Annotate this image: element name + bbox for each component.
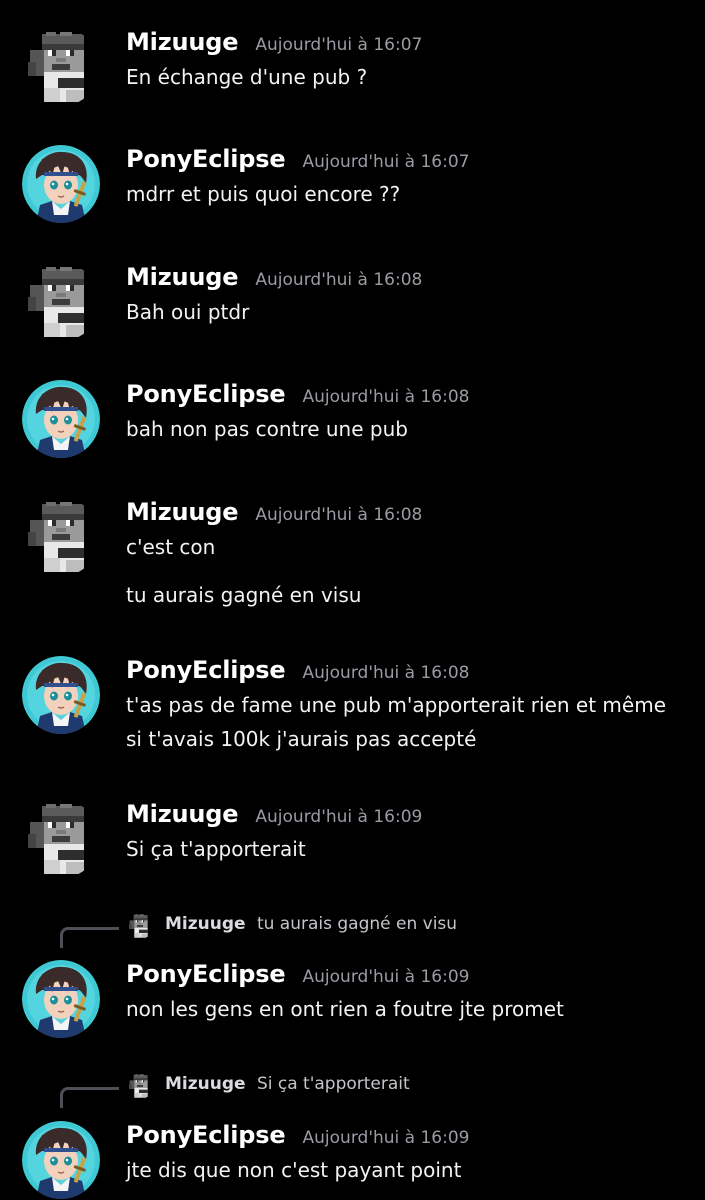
anime-boy-avatar-icon [22, 656, 100, 734]
message-header: Mizuuge Aujourd'hui à 16:08 [126, 498, 422, 528]
username[interactable]: PonyEclipse [126, 380, 286, 408]
message-header: PonyEclipse Aujourd'hui à 16:09 [126, 960, 469, 990]
username[interactable]: PonyEclipse [126, 1121, 286, 1149]
minecraft-skin-avatar-icon [127, 913, 153, 939]
user-avatar[interactable] [22, 498, 100, 576]
message-content: Si ça t'apporterait [126, 832, 686, 866]
reply-preview[interactable]: Mizuuge tu aurais gagné en visu [0, 911, 705, 948]
username[interactable]: PonyEclipse [126, 145, 286, 173]
user-avatar[interactable] [22, 380, 100, 458]
message-content: mdrr et puis quoi encore ?? [126, 177, 686, 211]
message-header: Mizuuge Aujourd'hui à 16:07 [126, 28, 422, 58]
message-text: t'as pas de fame une pub m'apporterait r… [126, 693, 666, 751]
reply-connector [60, 927, 119, 948]
message-text: c'est con [126, 535, 216, 559]
message-header: Mizuuge Aujourd'hui à 16:08 [126, 263, 422, 293]
message-content: non les gens en ont rien a foutre jte pr… [126, 992, 686, 1026]
message-header: PonyEclipse Aujourd'hui à 16:08 [126, 656, 469, 686]
username[interactable]: PonyEclipse [126, 656, 286, 684]
user-avatar[interactable] [22, 145, 100, 223]
reply-content: Si ça t'apporterait [256, 1074, 410, 1094]
anime-boy-avatar-icon [22, 1121, 100, 1199]
minecraft-skin-avatar-icon [22, 800, 100, 878]
anime-boy-avatar-icon [22, 380, 100, 458]
reply-username[interactable]: Mizuuge [165, 1074, 246, 1094]
minecraft-skin-avatar-icon [22, 498, 100, 576]
message-text: Si ça t'apporterait [126, 837, 306, 861]
message-header: PonyEclipse Aujourd'hui à 16:08 [126, 380, 469, 410]
anime-boy-avatar-icon [22, 145, 100, 223]
user-avatar[interactable] [22, 28, 100, 106]
reply-connector [60, 1087, 119, 1108]
message-text: jte dis que non c'est payant point [126, 1158, 462, 1182]
message-content: bah non pas contre une pub [126, 412, 686, 446]
anime-boy-avatar-icon [22, 960, 100, 1038]
timestamp: Aujourd'hui à 16:08 [255, 270, 423, 290]
message-header: PonyEclipse Aujourd'hui à 16:07 [126, 145, 469, 175]
user-avatar[interactable] [22, 1121, 100, 1199]
minecraft-skin-avatar-icon [22, 28, 100, 106]
minecraft-skin-avatar-icon [22, 263, 100, 341]
username[interactable]: Mizuuge [126, 263, 239, 291]
message-text: mdrr et puis quoi encore ?? [126, 182, 401, 206]
message-content: c'est con tu aurais gagné en visu [126, 530, 686, 612]
message-content: En échange d'une pub ? [126, 60, 686, 94]
minecraft-skin-avatar-icon [127, 1073, 153, 1099]
message-header: PonyEclipse Aujourd'hui à 16:09 [126, 1121, 469, 1151]
timestamp: Aujourd'hui à 16:07 [255, 35, 423, 55]
user-avatar[interactable] [22, 800, 100, 878]
reply-content: tu aurais gagné en visu [256, 914, 458, 934]
username[interactable]: Mizuuge [126, 498, 239, 526]
message-text: bah non pas contre une pub [126, 417, 408, 441]
message-content: Bah oui ptdr [126, 295, 686, 329]
reply-text: Mizuuge tu aurais gagné en visu [165, 914, 457, 934]
username[interactable]: Mizuuge [126, 800, 239, 828]
timestamp: Aujourd'hui à 16:09 [255, 807, 423, 827]
timestamp: Aujourd'hui à 16:07 [302, 152, 470, 172]
reply-text: Mizuuge Si ça t'apporterait [165, 1074, 410, 1094]
reply-preview[interactable]: Mizuuge Si ça t'apporterait [0, 1071, 705, 1108]
message-text: En échange d'une pub ? [126, 65, 368, 89]
timestamp: Aujourd'hui à 16:08 [302, 387, 470, 407]
message-header: Mizuuge Aujourd'hui à 16:09 [126, 800, 422, 830]
message-content: jte dis que non c'est payant point [126, 1153, 686, 1187]
reply-avatar [127, 913, 153, 939]
message-text: Bah oui ptdr [126, 300, 250, 324]
message-text: non les gens en ont rien a foutre jte pr… [126, 997, 564, 1021]
message-text: tu aurais gagné en visu [126, 583, 362, 607]
reply-username[interactable]: Mizuuge [165, 914, 246, 934]
user-avatar[interactable] [22, 263, 100, 341]
username[interactable]: Mizuuge [126, 28, 239, 56]
user-avatar[interactable] [22, 960, 100, 1038]
user-avatar[interactable] [22, 656, 100, 734]
username[interactable]: PonyEclipse [126, 960, 286, 988]
timestamp: Aujourd'hui à 16:09 [302, 967, 470, 987]
message-content: t'as pas de fame une pub m'apporterait r… [126, 688, 686, 756]
timestamp: Aujourd'hui à 16:08 [255, 505, 423, 525]
timestamp: Aujourd'hui à 16:08 [302, 663, 470, 683]
timestamp: Aujourd'hui à 16:09 [302, 1128, 470, 1148]
reply-avatar [127, 1073, 153, 1099]
